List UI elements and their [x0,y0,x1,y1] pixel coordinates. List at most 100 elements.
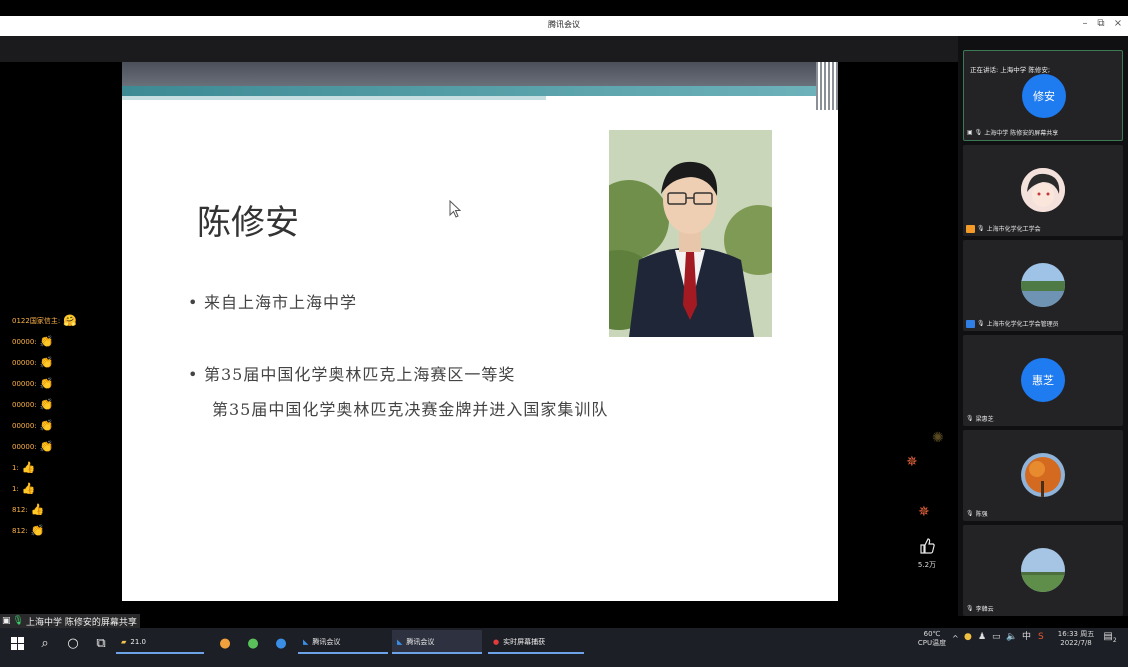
sparkle-icon: ✺ [932,430,944,446]
meeting-toolbar [0,36,958,62]
task-view-icon[interactable]: ⧉ [90,632,112,654]
speaking-indicator: 正在讲话: 上海中学 陈修安; [970,66,1051,74]
sogou-icon[interactable]: S [1038,633,1044,642]
participant-tile[interactable]: 正在讲话: 上海中学 陈修安; 修安 ▣ 🎙 上海中学 陈修安的屏幕共享 [963,50,1123,141]
avatar: 修安 [1022,74,1066,118]
slide-bullet-1-text: 来自上海市上海中学 [204,293,358,312]
participant-tile[interactable]: 🎙 李韓云 [963,525,1123,616]
participant-tile[interactable]: 惠芝 🎙 梁惠芝 [963,335,1123,426]
window-titlebar: 腾讯会议 – ⧉ × [0,16,1128,36]
participant-tile[interactable]: 🎙 陈强 [963,430,1123,521]
browser-icon[interactable]: ● [214,632,236,654]
microphone-icon: 🎙 [974,129,983,136]
slide-header-band [122,62,838,86]
record-icon: ● [493,638,500,646]
screen-share-icon: ▣ [967,129,973,136]
participant-label: 🎙 上海市化学化工学会管理员 [966,319,1059,328]
slide-bullet-1: • 来自上海市上海中学 [188,293,358,312]
windows-start-icon[interactable] [6,632,28,654]
screen-share-tag: ▣ 🎙 上海中学 陈修安的屏幕共享 [0,614,140,628]
mic-muted-icon: 🎙 [977,320,985,327]
slide-name-heading: 陈修安 [197,203,299,243]
volume-icon[interactable]: 🔈 [1006,633,1017,642]
clap-icon: 👏 [30,524,45,537]
portrait-photo [609,130,772,337]
reaction-item: 1: 👍 [12,482,36,495]
slide-light-band [122,96,546,100]
reaction-item: 812: 👏 [12,524,45,537]
wechat-icon[interactable]: ● [242,632,264,654]
cohost-icon [966,319,975,328]
thumbs-up-icon: 👍 [30,503,45,516]
tencent-meeting-icon: ◣ [397,638,403,646]
reaction-item: 00000: 👏 [12,440,54,453]
reaction-item: 00000: 👏 [12,356,54,369]
firework-icon: ✵ [918,504,930,520]
avatar [1021,263,1065,307]
slide-bullet-2: • 第35届中国化学奥林匹克上海赛区一等奖 [188,365,516,384]
reaction-emoji-icon: 🤗 [63,314,77,327]
taskbar-app-meeting[interactable]: ◣ 腾讯会议 [298,630,388,654]
mic-muted-icon: 🎙 [977,225,985,232]
thumbs-up-icon: 👍 [21,461,36,474]
taskbar-app-folder[interactable]: ▰ 21.0 [116,630,204,654]
edge-icon[interactable]: ● [270,632,292,654]
close-icon[interactable]: × [1111,18,1125,29]
taskbar-app-capture[interactable]: ● 实时屏幕捕获 [488,630,584,654]
reaction-item: 00000: 👏 [12,419,54,432]
taskbar: ⌕ ○ ⧉ ▰ 21.0 ● ● ● ◣ 腾讯会议 ◣ 腾讯会议 ● 实时屏幕捕获 60… [0,628,1128,667]
thumbs-up-icon [920,538,935,554]
ime-indicator[interactable]: 中 [1022,633,1031,642]
minimize-icon[interactable]: – [1078,18,1092,29]
avatar [1021,168,1065,212]
notification-icon[interactable]: ▤2 [1102,632,1118,645]
clock[interactable]: 16:33 周五 2022/7/8 [1054,630,1098,648]
screen-share-icon: ▣ [2,616,11,626]
participant-tile[interactable]: 🎙 上海市化学化工学会管理员 [963,240,1123,331]
participant-label: ▣ 🎙 上海中学 陈修安的屏幕共享 [967,129,1059,137]
mouse-cursor-icon [449,200,461,218]
screen: 腾讯会议 – ⧉ × 陈修安 • 来自上海市上海中学 • 第35届中国化学奥林匹克上… [0,0,1128,667]
clap-icon: 👏 [39,356,54,369]
clap-icon: 👏 [39,419,54,432]
reaction-item: 00000: 👏 [12,398,54,411]
reaction-item: 1: 👍 [12,461,36,474]
cpu-temperature[interactable]: 60℃ CPU温度 [912,630,952,648]
tray-app-icon[interactable]: ● [964,633,972,642]
folder-icon: ▰ [121,638,127,646]
search-icon[interactable]: ⌕ [34,632,56,654]
mic-muted-icon: 🎙 [966,510,974,517]
slide-stripes [816,62,838,110]
thumbs-up-icon: 👍 [21,482,36,495]
slide-bullet-2-line-2: 第35届中国化学奥林匹克决赛金牌并进入国家集训队 [212,400,609,419]
host-icon [966,224,975,233]
reaction-item: 812: 👍 [12,503,45,516]
reaction-item: 0122国家信主: 🤗 [12,314,77,327]
participant-sidebar: 正在讲话: 上海中学 陈修安; 修安 ▣ 🎙 上海中学 陈修安的屏幕共享 🎙 上海市化… [958,36,1128,616]
shared-slide: 陈修安 • 来自上海市上海中学 • 第35届中国化学奥林匹克上海赛区一等奖 第35届… [122,62,838,601]
cortana-icon[interactable]: ○ [62,632,84,654]
slide-bullet-2-text: 第35届中国化学奥林匹克上海赛区一等奖 [204,365,516,384]
tencent-meeting-icon: ◣ [303,638,309,646]
mic-muted-icon: 🎙 [966,605,974,612]
clap-icon: 👏 [39,377,54,390]
clap-icon: 👏 [39,398,54,411]
participant-label: 🎙 陈强 [966,510,988,518]
tray-user-icon[interactable]: ♟ [978,633,986,642]
network-icon[interactable]: ▭ [992,633,1001,642]
firework-icon: ✵ [906,454,918,470]
microphone-icon: 🎙 [12,616,24,626]
window-title: 腾讯会议 [548,20,580,29]
slide-accent-band [122,86,838,96]
restore-icon[interactable]: ⧉ [1094,18,1108,29]
reaction-item: 00000: 👏 [12,377,54,390]
participant-tile[interactable]: 🎙 上海市化学化工学会 [963,145,1123,236]
taskbar-app-meeting-active[interactable]: ◣ 腾讯会议 [392,630,482,654]
participant-label: 🎙 李韓云 [966,605,994,613]
chevron-up-icon[interactable]: ^ [952,634,959,643]
like-count: 5.2万 [917,561,937,569]
like-button[interactable]: 5.2万 [912,538,942,570]
notification-count: 2 [1112,637,1117,644]
reaction-list: 0122国家信主: 🤗 00000: 👏 00000: 👏 00000: 👏 00000… [12,310,122,541]
avatar: 惠芝 [1021,358,1065,402]
